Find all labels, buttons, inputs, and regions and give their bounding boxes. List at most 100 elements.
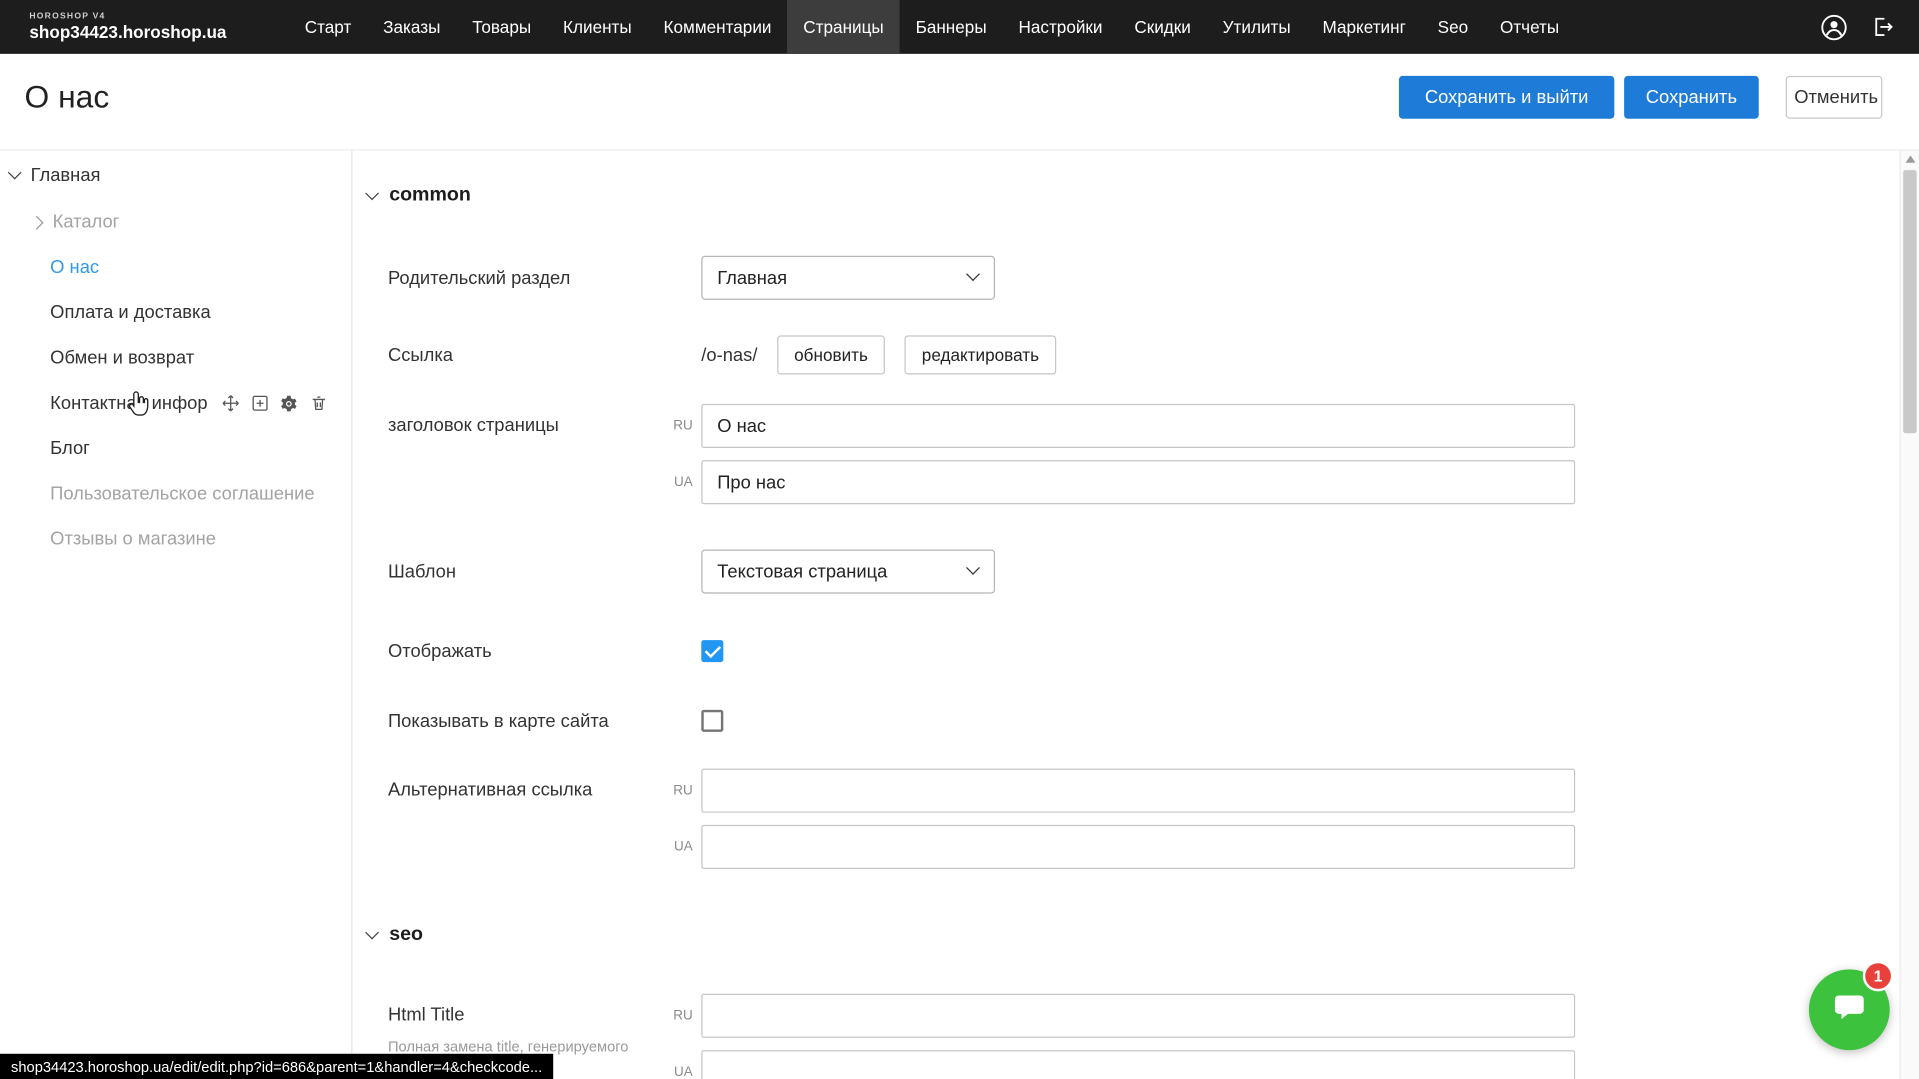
sidebar-item-oplata-i-dostavka[interactable]: Оплата и доставка — [0, 290, 351, 335]
pages-tree-sidebar: Главная Каталог О нас Оплата и доставка … — [0, 151, 352, 1079]
section-seo[interactable]: seo — [367, 924, 423, 946]
nav-item-banners[interactable]: Баннеры — [900, 0, 1003, 54]
lang-ru-badge: RU — [661, 419, 693, 434]
sidebar-item-label: Оплата и доставка — [50, 302, 211, 323]
nav-item-products[interactable]: Товары — [456, 0, 547, 54]
sidebar-item-label: Обмен и возврат — [50, 348, 194, 369]
sitemap-checkbox[interactable] — [701, 710, 723, 732]
lang-ua-badge: UA — [661, 1065, 693, 1079]
scrollbar-thumb[interactable] — [1903, 170, 1916, 433]
cancel-button[interactable]: Отменить — [1786, 76, 1883, 119]
shop-logo[interactable]: HOROSHOP V4 shop34423.horoshop.ua — [0, 0, 289, 54]
sidebar-item-polzovatelskoe-soglashenie[interactable]: Пользовательское соглашение — [0, 471, 351, 516]
sidebar-item-blog[interactable]: Блог — [0, 426, 351, 471]
alt-link-ua-input[interactable] — [701, 825, 1575, 869]
top-navbar: HOROSHOP V4 shop34423.horoshop.ua Старт … — [0, 0, 1919, 54]
trash-icon[interactable] — [308, 393, 329, 414]
account-icon[interactable] — [1819, 12, 1848, 41]
chevron-down-icon — [8, 166, 22, 180]
template-select[interactable]: Текстовая страница — [701, 550, 995, 594]
nav-item-clients[interactable]: Клиенты — [547, 0, 648, 54]
display-label: Отображать — [388, 641, 661, 662]
sidebar-item-o-nas[interactable]: О нас — [0, 245, 351, 290]
sitemap-row: Показывать в карте сайта — [388, 710, 723, 732]
page-title-ua-input[interactable] — [701, 460, 1575, 504]
navbar-right — [1819, 0, 1919, 54]
vertical-scrollbar[interactable] — [1899, 151, 1919, 1079]
move-icon[interactable] — [220, 393, 241, 414]
lang-ru-badge: RU — [661, 1008, 693, 1023]
parent-section-label: Родительский раздел — [388, 267, 661, 288]
template-value: Текстовая страница — [717, 561, 887, 582]
page-header: О нас Сохранить и выйти Сохранить Отмени… — [0, 54, 1919, 151]
browser-status-tooltip: shop34423.horoshop.ua/edit/edit.php?id=6… — [0, 1054, 553, 1079]
link-edit-button[interactable]: редактировать — [905, 335, 1056, 374]
save-and-exit-button[interactable]: Сохранить и выйти — [1399, 76, 1614, 119]
nav-item-start[interactable]: Старт — [289, 0, 367, 54]
alt-link-row: Альтернативная ссылка RU UA — [388, 769, 1575, 882]
nav-item-utilities[interactable]: Утилиты — [1207, 0, 1307, 54]
parent-section-row: Родительский раздел Главная — [388, 256, 995, 300]
lang-ru-badge: RU — [661, 783, 693, 798]
template-row: Шаблон Текстовая страница — [388, 550, 995, 594]
nav-item-reports[interactable]: Отчеты — [1484, 0, 1575, 54]
nav-item-comments[interactable]: Комментарии — [648, 0, 788, 54]
chat-unread-badge: 1 — [1863, 961, 1894, 992]
status-url: shop34423.horoshop.ua/edit/edit.php?id=6… — [11, 1058, 542, 1075]
alt-link-ru-input[interactable] — [701, 769, 1575, 813]
lang-ua-badge: UA — [661, 475, 693, 490]
sidebar-item-label: Пользовательское соглашение — [50, 483, 314, 504]
chevron-down-icon — [966, 561, 980, 575]
sidebar-item-obmen-i-vozvrat[interactable]: Обмен и возврат — [0, 335, 351, 380]
sidebar-item-label: Контактная инфор — [50, 393, 207, 414]
html-title-hint: Полная замена title, генерируемого — [388, 1038, 661, 1055]
tree-list: Каталог О нас Оплата и доставка Обмен и … — [0, 199, 351, 561]
nav-item-marketing[interactable]: Маркетинг — [1307, 0, 1422, 54]
chevron-down-icon — [365, 186, 379, 200]
section-common-label: common — [389, 185, 471, 207]
page-title-label: заголовок страницы — [388, 404, 661, 436]
nav-item-pages[interactable]: Страницы — [787, 0, 899, 54]
html-title-row: Html Title Полная замена title, генериру… — [388, 994, 1575, 1079]
page-title-ru-input[interactable] — [701, 404, 1575, 448]
sidebar-item-label: Отзывы о магазине — [50, 529, 216, 550]
nav-item-orders[interactable]: Заказы — [367, 0, 456, 54]
sidebar-item-label: Блог — [50, 438, 90, 459]
sidebar-root-label: Главная — [31, 165, 101, 186]
page-edit-form: common Родительский раздел Главная Ссылк… — [352, 151, 1900, 1079]
tree-item-actions — [220, 393, 329, 414]
nav-item-discounts[interactable]: Скидки — [1118, 0, 1206, 54]
logo-domain: shop34423.horoshop.ua — [29, 22, 288, 42]
main-menu: Старт Заказы Товары Клиенты Комментарии … — [289, 0, 1575, 54]
add-page-icon[interactable] — [249, 393, 270, 414]
sidebar-item-kontaktnaya-informatsiya[interactable]: Контактная инфор — [0, 381, 351, 426]
app-window: HOROSHOP V4 shop34423.horoshop.ua Старт … — [0, 0, 1919, 1079]
html-title-ua-input[interactable] — [701, 1050, 1575, 1079]
lang-ua-badge: UA — [661, 840, 693, 855]
parent-section-value: Главная — [717, 267, 787, 288]
sidebar-item-glavnaya[interactable]: Главная — [0, 158, 351, 192]
nav-item-settings[interactable]: Настройки — [1003, 0, 1119, 54]
chat-icon — [1831, 988, 1868, 1031]
chevron-down-icon — [966, 267, 980, 281]
chat-launcher-button[interactable]: 1 — [1809, 969, 1890, 1050]
parent-section-select[interactable]: Главная — [701, 256, 995, 300]
display-row: Отображать — [388, 640, 723, 662]
html-title-ru-input[interactable] — [701, 994, 1575, 1038]
template-label: Шаблон — [388, 561, 661, 582]
section-common[interactable]: common — [367, 185, 471, 207]
display-checkbox[interactable] — [701, 640, 723, 662]
logout-icon[interactable] — [1868, 12, 1897, 41]
save-button[interactable]: Сохранить — [1624, 76, 1759, 119]
page-title-row: заголовок страницы RU UA — [388, 404, 1575, 517]
sidebar-item-katalog[interactable]: Каталог — [0, 199, 351, 244]
sidebar-item-otzyvy-o-magazine[interactable]: Отзывы о магазине — [0, 516, 351, 561]
gear-icon[interactable] — [279, 393, 300, 414]
chevron-right-icon — [30, 215, 44, 229]
scroll-up-arrow-icon[interactable] — [1906, 155, 1916, 162]
link-path-value: /o-nas/ — [701, 345, 757, 366]
nav-item-seo[interactable]: Seo — [1422, 0, 1484, 54]
section-seo-label: seo — [389, 924, 423, 946]
link-refresh-button[interactable]: обновить — [777, 335, 885, 374]
page-title: О нас — [24, 78, 109, 116]
